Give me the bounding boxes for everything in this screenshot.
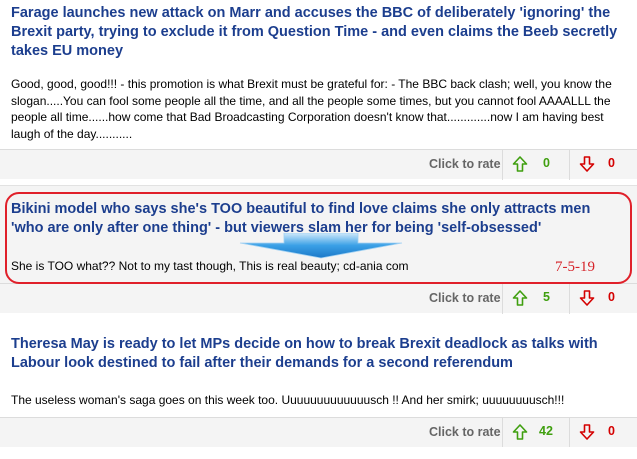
- rating-bar: Click to rate 42 0: [0, 417, 637, 448]
- down-arrow-icon[interactable]: [579, 156, 595, 172]
- upvote-count: 5: [543, 290, 550, 304]
- comment-card: Theresa May is ready to let MPs decide o…: [0, 317, 637, 427]
- down-arrow-icon[interactable]: [579, 290, 595, 306]
- divider: [502, 150, 503, 180]
- click-to-rate-label[interactable]: Click to rate: [429, 425, 501, 439]
- divider: [502, 284, 503, 314]
- article-headline-link[interactable]: Theresa May is ready to let MPs decide o…: [11, 335, 621, 373]
- down-arrow-icon[interactable]: [579, 424, 595, 440]
- divider: [569, 284, 570, 314]
- rating-bar: Click to rate 0 0: [0, 149, 637, 180]
- divider: [502, 418, 503, 448]
- downvote-count: 0: [608, 156, 615, 170]
- up-arrow-icon[interactable]: [512, 290, 528, 306]
- divider: [569, 150, 570, 180]
- downvote-count: 0: [608, 290, 615, 304]
- rating-bar: Click to rate 5 0: [0, 283, 637, 314]
- divider: [569, 418, 570, 448]
- click-to-rate-label[interactable]: Click to rate: [429, 157, 501, 171]
- article-headline-link[interactable]: Farage launches new attack on Marr and a…: [11, 4, 621, 61]
- comment-text: The useless woman's saga goes on this we…: [11, 393, 565, 407]
- handwritten-date: 7-5-19: [555, 259, 595, 275]
- up-arrow-icon[interactable]: [512, 156, 528, 172]
- comment-text: She is TOO what?? Not to my tast though,…: [11, 259, 409, 273]
- upvote-count: 0: [543, 156, 550, 170]
- bottom-divider: [0, 447, 637, 459]
- upvote-count: 42: [539, 424, 553, 438]
- click-to-rate-label[interactable]: Click to rate: [429, 291, 501, 305]
- downvote-count: 0: [608, 424, 615, 438]
- comment-text: Good, good, good!!! - this promotion is …: [11, 77, 612, 141]
- up-arrow-icon[interactable]: [512, 424, 528, 440]
- blue-down-arrow-icon: [232, 232, 410, 259]
